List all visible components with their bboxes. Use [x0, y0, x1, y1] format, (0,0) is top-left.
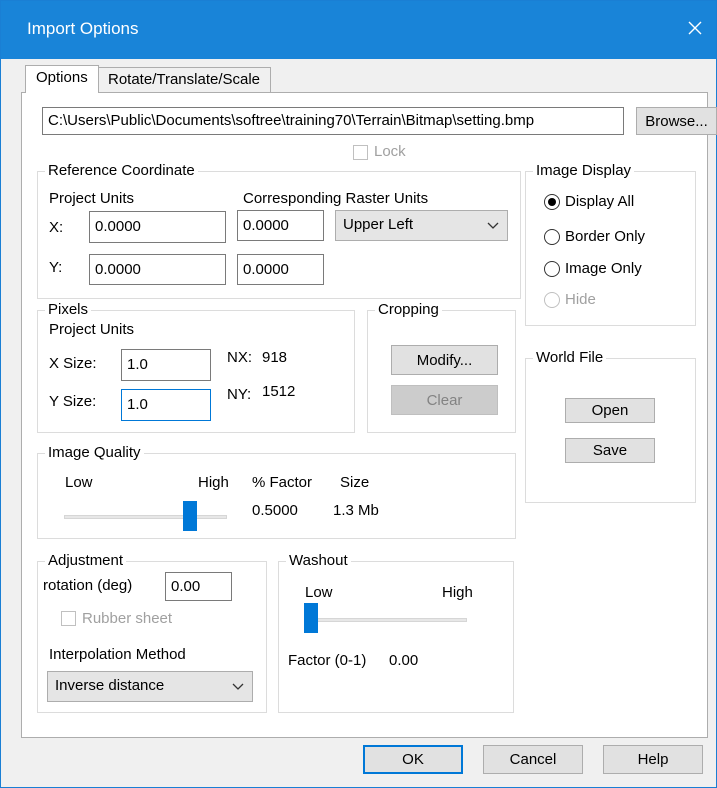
- rubber-sheet-label: Rubber sheet: [82, 610, 173, 627]
- size-value: 1.3 Mb: [333, 502, 379, 519]
- image-display-title: Image Display: [533, 162, 635, 180]
- world-file-group: [525, 358, 696, 503]
- washout-title: Washout: [286, 552, 351, 570]
- modify-button[interactable]: Modify...: [391, 345, 498, 375]
- washout-factor-value: 0.00: [389, 652, 419, 669]
- import-options-dialog: Import Options Options Rotate/Translate/…: [0, 0, 717, 788]
- size-label: Size: [340, 474, 370, 491]
- washout-factor-label: Factor (0-1): [288, 652, 367, 669]
- rotation-input[interactable]: 0.00: [165, 572, 232, 601]
- tab-options[interactable]: Options: [25, 65, 99, 93]
- ok-button[interactable]: OK: [363, 745, 463, 774]
- raster-units-label: Corresponding Raster Units: [243, 190, 429, 207]
- raster-x-input[interactable]: 0.0000: [237, 210, 324, 241]
- y-label: Y:: [49, 259, 63, 276]
- radio-selected-dot: [548, 198, 556, 206]
- quality-slider-track: [64, 515, 227, 519]
- file-path-field[interactable]: C:\Users\Public\Documents\softree\traini…: [42, 107, 624, 135]
- x-size-input[interactable]: 1.0: [121, 349, 211, 381]
- adjustment-title: Adjustment: [45, 552, 127, 570]
- image-only-radio[interactable]: [544, 261, 560, 277]
- lock-label: Lock: [374, 143, 406, 160]
- ny-label: NY:: [227, 386, 252, 403]
- rubber-sheet-checkbox[interactable]: [61, 611, 76, 626]
- y-size-label: Y Size:: [49, 393, 97, 410]
- rotation-label: rotation (deg): [43, 577, 133, 594]
- y-size-input[interactable]: 1.0: [121, 389, 211, 421]
- display-all-radio[interactable]: [544, 194, 560, 210]
- border-only-radio[interactable]: [544, 229, 560, 245]
- nx-label: NX:: [227, 349, 253, 366]
- percent-factor-value: 0.5000: [252, 502, 298, 519]
- quality-slider-thumb[interactable]: [183, 501, 198, 531]
- x-size-label: X Size:: [49, 355, 97, 372]
- x-label: X:: [49, 219, 64, 236]
- washout-slider-thumb[interactable]: [304, 603, 318, 633]
- image-quality-title: Image Quality: [45, 444, 144, 462]
- world-file-open-button[interactable]: Open: [565, 398, 655, 423]
- washout-high-label: High: [442, 584, 473, 601]
- cropping-title: Cropping: [375, 301, 442, 319]
- interpolation-select-value: Inverse distance: [55, 677, 165, 694]
- interpolation-select[interactable]: Inverse distance: [47, 671, 253, 702]
- project-y-input[interactable]: 0.0000: [89, 254, 226, 285]
- raster-y-input[interactable]: 0.0000: [237, 254, 324, 285]
- washout-low-label: Low: [305, 584, 333, 601]
- chevron-down-icon: [487, 211, 499, 240]
- lock-checkbox[interactable]: [353, 145, 368, 160]
- chevron-down-icon: [232, 672, 244, 701]
- percent-factor-label: % Factor: [252, 474, 313, 491]
- cancel-button[interactable]: Cancel: [483, 745, 583, 774]
- world-file-save-button[interactable]: Save: [565, 438, 655, 463]
- options-panel: C:\Users\Public\Documents\softree\traini…: [21, 92, 717, 738]
- hide-radio[interactable]: [544, 292, 560, 308]
- quality-low-label: Low: [65, 474, 93, 491]
- corner-select[interactable]: Upper Left: [335, 210, 508, 241]
- border-only-label: Border Only: [565, 228, 646, 245]
- display-all-label: Display All: [565, 193, 635, 210]
- nx-value: 918: [262, 349, 288, 366]
- corner-select-value: Upper Left: [343, 216, 414, 233]
- image-only-label: Image Only: [565, 260, 642, 277]
- washout-slider-track: [304, 618, 467, 622]
- help-button[interactable]: Help: [603, 745, 703, 774]
- clear-button[interactable]: Clear: [391, 385, 498, 415]
- project-units-label: Project Units: [49, 190, 135, 207]
- pixels-project-units-label: Project Units: [49, 321, 135, 338]
- dialog-title: Import Options: [27, 19, 139, 38]
- quality-high-label: High: [198, 474, 229, 491]
- tab-rotate-translate-scale[interactable]: Rotate/Translate/Scale: [97, 67, 272, 93]
- image-quality-group: [37, 453, 516, 539]
- world-file-title: World File: [533, 349, 607, 367]
- browse-button[interactable]: Browse...: [636, 107, 717, 135]
- pixels-title: Pixels: [45, 301, 92, 319]
- title-bar: Import Options: [1, 1, 716, 59]
- hide-label: Hide: [565, 291, 596, 308]
- close-icon[interactable]: [678, 11, 712, 45]
- reference-coordinate-title: Reference Coordinate: [45, 162, 198, 180]
- project-x-input[interactable]: 0.0000: [89, 211, 226, 243]
- ny-value: 1512: [262, 383, 296, 400]
- interpolation-method-label: Interpolation Method: [49, 646, 186, 663]
